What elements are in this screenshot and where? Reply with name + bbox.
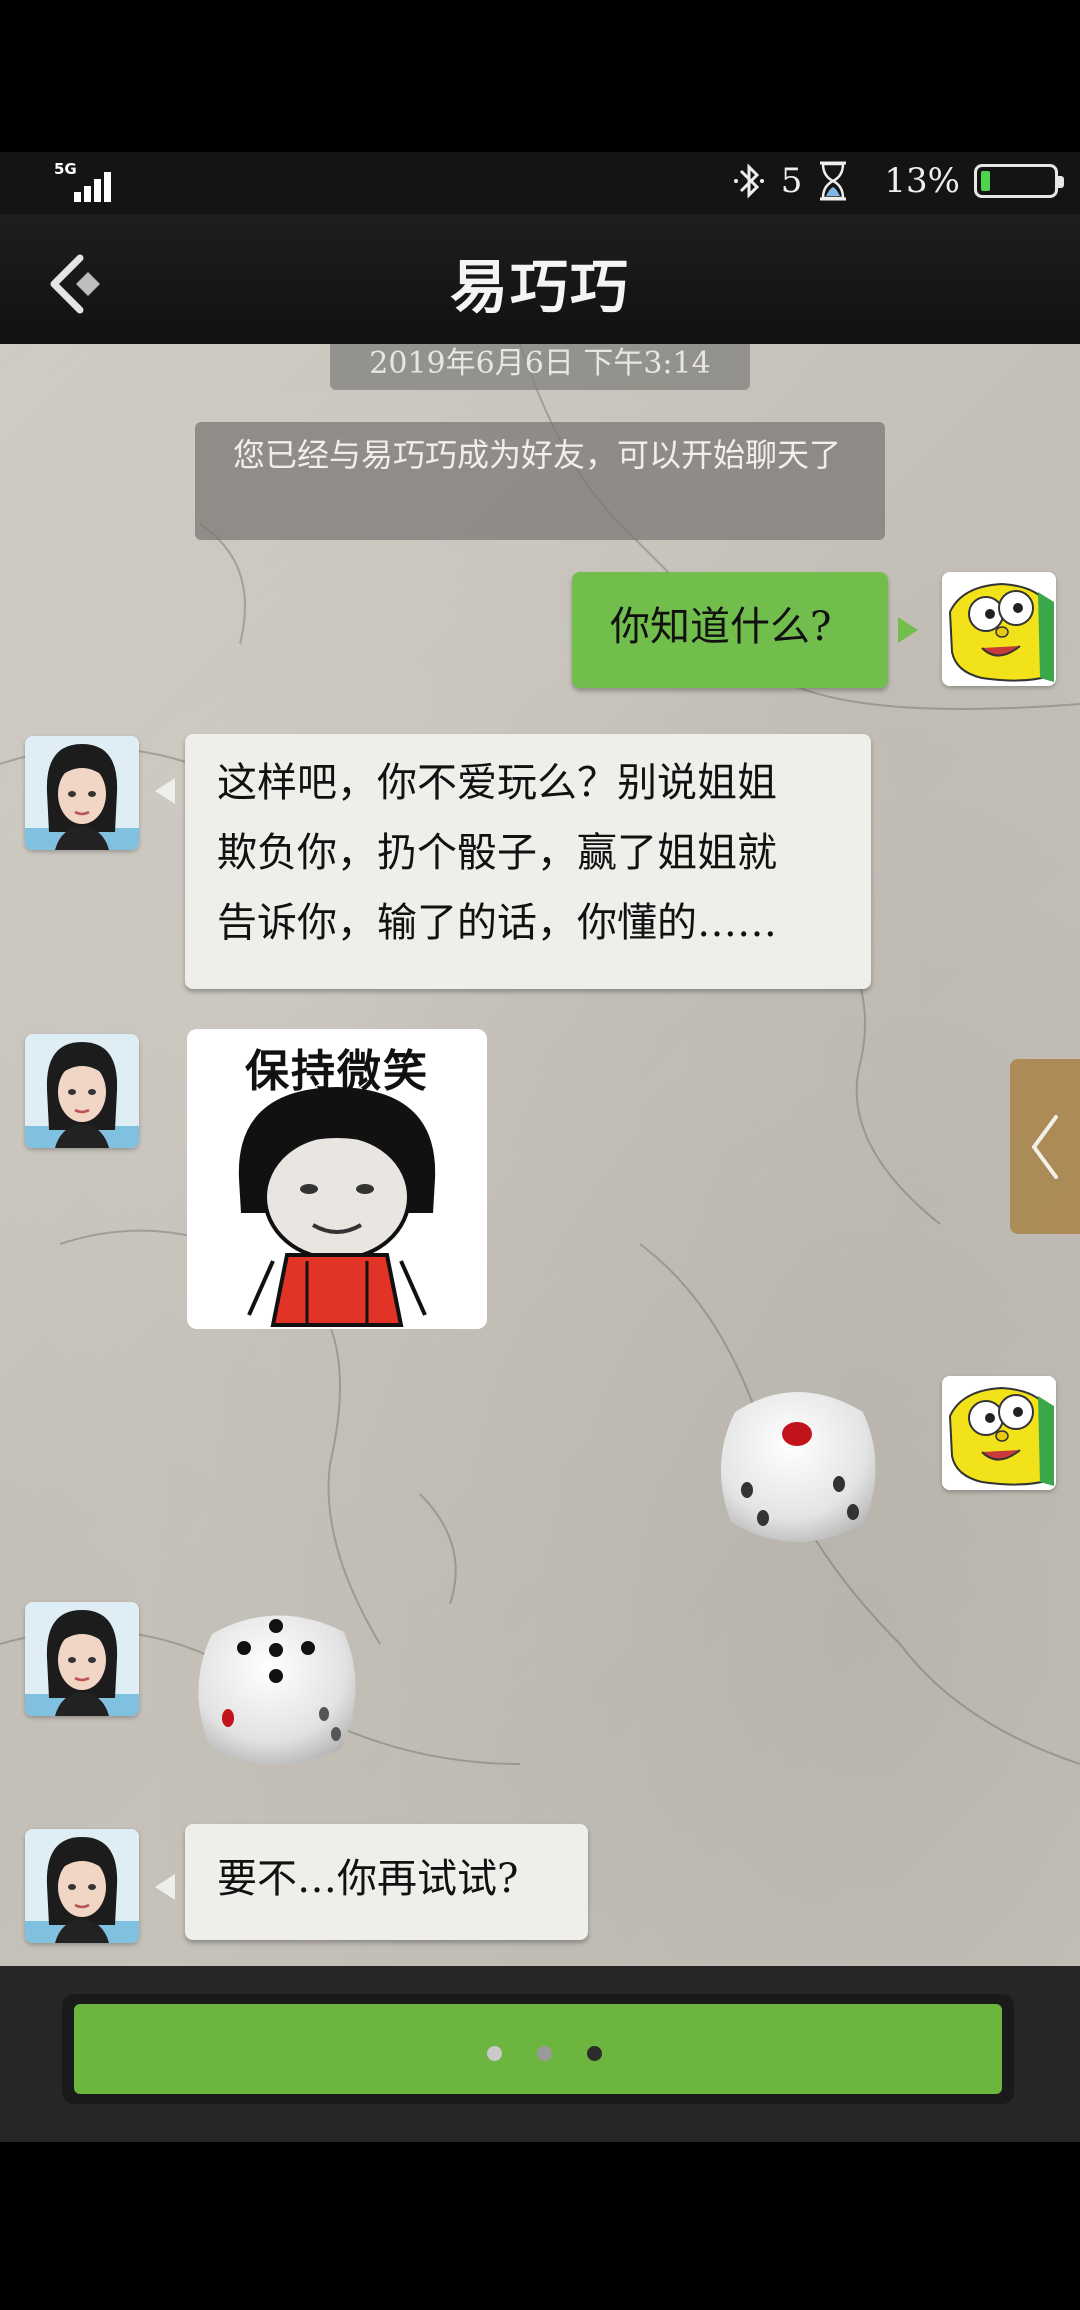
contact-avatar[interactable] (25, 1602, 139, 1716)
sponge-avatar-icon (942, 572, 1056, 686)
battery-icon (974, 164, 1064, 198)
bluetooth-icon (733, 163, 764, 199)
hourglass-icon (820, 161, 847, 201)
contact-avatar[interactable] (25, 1829, 139, 1943)
message-text: 要不…你再试试? (217, 1856, 519, 1902)
network-type: 5G (54, 160, 77, 178)
notification-count: 5 (780, 161, 803, 201)
incoming-message-bubble[interactable]: 这样吧，你不爱玩么？别说姐姐 欺负你，扔个骰子，赢了姐姐就 告诉你，输了的话，你… (185, 734, 871, 989)
girl-avatar-icon (25, 736, 139, 850)
smiling-kid-sticker-icon (238, 1087, 436, 1327)
girl-avatar-icon (25, 1034, 139, 1148)
dice-five-icon (198, 1615, 356, 1765)
my-avatar[interactable] (942, 572, 1056, 686)
dice-one-icon (720, 1392, 876, 1542)
input-bar (0, 1966, 1080, 2142)
background-texture (0, 344, 1080, 1765)
page-title: 易巧巧 (449, 253, 630, 321)
page-dot (537, 2046, 552, 2061)
system-message: 您已经与易巧巧成为好友，可以开始聊天了 (195, 422, 885, 540)
battery-level-fill (981, 171, 990, 191)
page-dot (487, 2046, 502, 2061)
outgoing-message-bubble[interactable]: 你知道什么? (572, 572, 888, 688)
girl-avatar-icon (25, 1829, 139, 1943)
incoming-message-bubble[interactable]: 要不…你再试试? (185, 1824, 588, 1940)
reply-button[interactable] (74, 2004, 1002, 2094)
timestamp: 2019年6月6日 下午3:14 (330, 344, 750, 390)
sticker-message[interactable]: 保持微笑 (187, 1029, 487, 1329)
status-bar: 5G 5 13% (0, 152, 1080, 214)
chat-area[interactable]: 2019年6月6日 下午3:14 您已经与易巧巧成为好友，可以开始聊天了 你知道… (0, 344, 1080, 1966)
message-line: 告诉你，输了的话，你懂的…… (217, 900, 777, 946)
signal-icon: 5G (54, 160, 116, 202)
battery-percent: 13% (884, 161, 960, 201)
contact-avatar[interactable] (25, 1034, 139, 1148)
message-line: 欺负你，扔个骰子，赢了姐姐就 (217, 830, 777, 876)
sponge-avatar-icon (942, 1376, 1056, 1490)
side-drawer-tab[interactable] (1010, 1059, 1080, 1234)
chat-header: 易巧巧 (0, 214, 1080, 348)
page-dot-active (587, 2046, 602, 2061)
dice-message[interactable] (184, 1596, 369, 1781)
reply-options-frame (62, 1994, 1014, 2104)
contact-avatar[interactable] (25, 736, 139, 850)
girl-avatar-icon (25, 1602, 139, 1716)
dice-message[interactable] (705, 1372, 890, 1557)
message-line: 这样吧，你不爱玩么？别说姐姐 (217, 760, 777, 806)
my-avatar[interactable] (942, 1376, 1056, 1490)
message-text: 你知道什么? (610, 604, 832, 650)
chevron-left-icon (1031, 1115, 1058, 1179)
